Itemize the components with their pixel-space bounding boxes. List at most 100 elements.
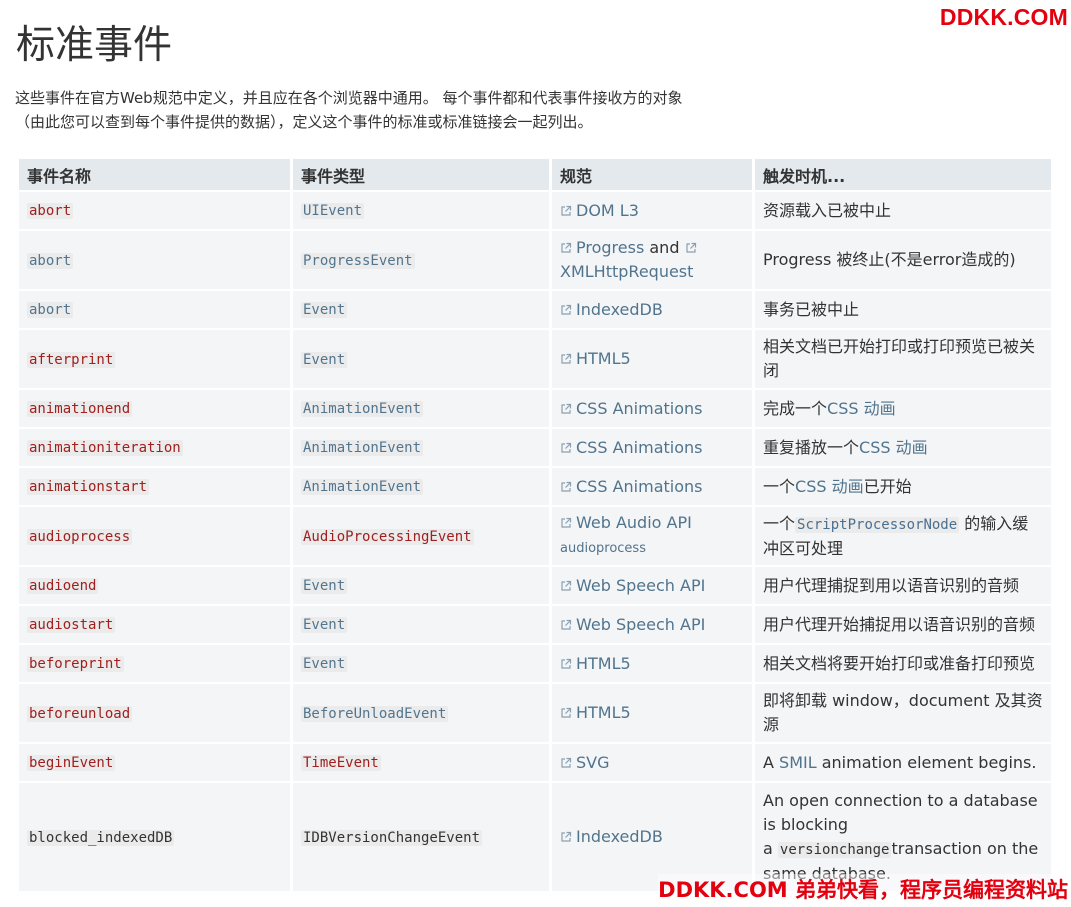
spec-link-label: IndexedDB xyxy=(576,299,663,319)
spec-link[interactable]: Web Speech API xyxy=(560,576,705,595)
inline-code[interactable]: ScriptProcessorNode xyxy=(795,516,960,533)
event-name[interactable]: audioend xyxy=(27,578,99,594)
event-name[interactable]: beginEvent xyxy=(27,755,116,771)
spec-link-label: CSS Animations xyxy=(576,398,703,418)
event-name[interactable]: afterprint xyxy=(27,351,116,368)
event-name-cell: afterprint xyxy=(19,330,290,388)
external-link-icon xyxy=(685,242,699,254)
event-type[interactable]: BeforeUnloadEvent xyxy=(301,705,449,722)
spec-link[interactable]: IndexedDB xyxy=(560,827,663,846)
header-event-name: 事件名称 xyxy=(19,159,290,190)
header-event-type: 事件类型 xyxy=(293,159,549,190)
event-type-cell: Event xyxy=(293,606,549,643)
event-type[interactable]: IDBVersionChangeEvent xyxy=(301,829,483,846)
event-type[interactable]: TimeEvent xyxy=(301,755,381,771)
smil-link[interactable]: SMIL xyxy=(779,753,817,772)
event-name[interactable]: abort xyxy=(27,302,74,318)
spec-anchor-label[interactable]: audioprocess xyxy=(560,541,646,556)
event-type[interactable]: AudioProcessingEvent xyxy=(301,528,474,545)
event-type[interactable]: AnimationEvent xyxy=(301,440,424,456)
event-type[interactable]: ProgressEvent xyxy=(301,252,415,269)
table-row: abort UIEvent DOM L3 资源载入已被中止 xyxy=(19,192,1051,229)
event-name-cell: audiostart xyxy=(19,606,290,643)
event-name-cell: animationstart xyxy=(19,468,290,505)
event-name[interactable]: blocked_indexedDB xyxy=(27,829,175,846)
spec-link[interactable]: Progress xyxy=(560,238,644,257)
event-name-cell: audioend xyxy=(19,567,290,604)
description-cell: 完成一个CSS 动画 xyxy=(755,390,1051,427)
description-text: An open connection to a database is bloc… xyxy=(763,790,1038,834)
description-cell: 相关文档已开始打印或打印预览已被关闭 xyxy=(755,330,1051,388)
spec-link-label: Web Speech API xyxy=(576,575,706,595)
table-row: abort ProgressEvent Progress and XMLHttp… xyxy=(19,231,1051,289)
event-type-cell: Event xyxy=(293,645,549,682)
spec-cell: HTML5 xyxy=(552,684,752,742)
event-name[interactable]: abort xyxy=(27,203,74,219)
spec-link-label: HTML5 xyxy=(576,703,631,722)
page-title: 标准事件 xyxy=(16,23,173,68)
spec-cell: CSS Animations xyxy=(552,429,752,466)
spec-link[interactable]: CSS Animations xyxy=(560,477,702,496)
event-name[interactable]: abort xyxy=(27,252,74,269)
event-name-cell: beforeprint xyxy=(19,645,290,682)
table-row: animationstart AnimationEvent CSS Animat… xyxy=(19,468,1051,505)
css-animation-link[interactable]: CSS 动画 xyxy=(827,399,896,418)
watermark-bottom: DDKK.COM 弟弟快看，程序员编程资料站 xyxy=(658,874,1068,904)
event-name[interactable]: audioprocess xyxy=(27,528,133,545)
event-name-cell: abort xyxy=(19,231,290,289)
event-type-cell: Event xyxy=(293,567,549,604)
spec-link[interactable]: HTML5 xyxy=(560,703,631,722)
intro-paragraph: 这些事件在官方Web规范中定义，并且应在各个浏览器中通用。 每个事件都和代表事件… xyxy=(15,89,683,131)
event-name[interactable]: beforeunload xyxy=(27,705,133,722)
event-name[interactable]: audiostart xyxy=(27,617,116,633)
header-spec: 规范 xyxy=(552,159,752,190)
css-animation-link[interactable]: CSS 动画 xyxy=(795,477,864,496)
table-header-row: 事件名称 事件类型 规范 触发时机... xyxy=(19,159,1051,190)
event-type-cell: UIEvent xyxy=(293,192,549,229)
spec-cell: IndexedDB xyxy=(552,291,752,328)
external-link-icon xyxy=(560,205,574,217)
spec-link-label: SVG xyxy=(576,752,610,772)
event-type-cell: AnimationEvent xyxy=(293,429,549,466)
spec-link[interactable]: IndexedDB xyxy=(560,300,663,319)
spec-link-label: IndexedDB xyxy=(576,827,663,846)
spec-link[interactable]: CSS Animations xyxy=(560,399,702,418)
event-name[interactable]: animationstart xyxy=(27,479,150,495)
event-name[interactable]: animationend xyxy=(27,401,133,417)
spec-link-label: Progress xyxy=(576,238,645,257)
table-row: abort Event IndexedDB 事务已被中止 xyxy=(19,291,1051,328)
event-name-cell: beforeunload xyxy=(19,684,290,742)
spec-link[interactable]: HTML5 xyxy=(560,349,631,368)
spec-cell: SVG xyxy=(552,744,752,781)
spec-link[interactable]: Web Audio API xyxy=(560,513,692,532)
spec-link[interactable]: SVG xyxy=(560,753,610,772)
event-type[interactable]: Event xyxy=(301,351,348,368)
event-type[interactable]: AnimationEvent xyxy=(301,479,424,495)
description-text: 完成一个 xyxy=(763,398,828,418)
description-text: a xyxy=(763,838,778,858)
css-animation-link[interactable]: CSS 动画 xyxy=(859,438,928,457)
event-name[interactable]: beforeprint xyxy=(27,656,124,672)
spec-and-text: and xyxy=(649,238,680,257)
events-table: 事件名称 事件类型 规范 触发时机... abort UIEvent DOM L… xyxy=(16,157,1054,893)
event-type[interactable]: Event xyxy=(301,302,348,318)
spec-link[interactable]: HTML5 xyxy=(560,654,631,673)
table-row: beginEvent TimeEvent SVG A SMIL animatio… xyxy=(19,744,1051,781)
inline-code[interactable]: versionchange xyxy=(777,841,892,858)
spec-link-label: Web Audio API xyxy=(576,513,692,532)
event-type[interactable]: AnimationEvent xyxy=(301,401,424,417)
table-row: audioprocess AudioProcessingEvent Web Au… xyxy=(19,507,1051,565)
event-type[interactable]: Event xyxy=(301,656,348,672)
event-name[interactable]: animationiteration xyxy=(27,440,183,456)
description-cell: 用户代理捕捉到用以语音识别的音频 xyxy=(755,567,1051,604)
spec-cell: Web Audio API audioprocess xyxy=(552,507,752,565)
spec-link[interactable]: DOM L3 xyxy=(560,201,639,220)
event-type-cell: IDBVersionChangeEvent xyxy=(293,783,549,891)
event-type[interactable]: Event xyxy=(301,617,348,633)
event-name-cell: audioprocess xyxy=(19,507,290,565)
event-type[interactable]: UIEvent xyxy=(301,203,365,219)
spec-link[interactable]: Web Speech API xyxy=(560,615,705,634)
event-type[interactable]: Event xyxy=(301,578,348,594)
spec-link[interactable]: CSS Animations xyxy=(560,438,702,457)
event-type-cell: AnimationEvent xyxy=(293,390,549,427)
